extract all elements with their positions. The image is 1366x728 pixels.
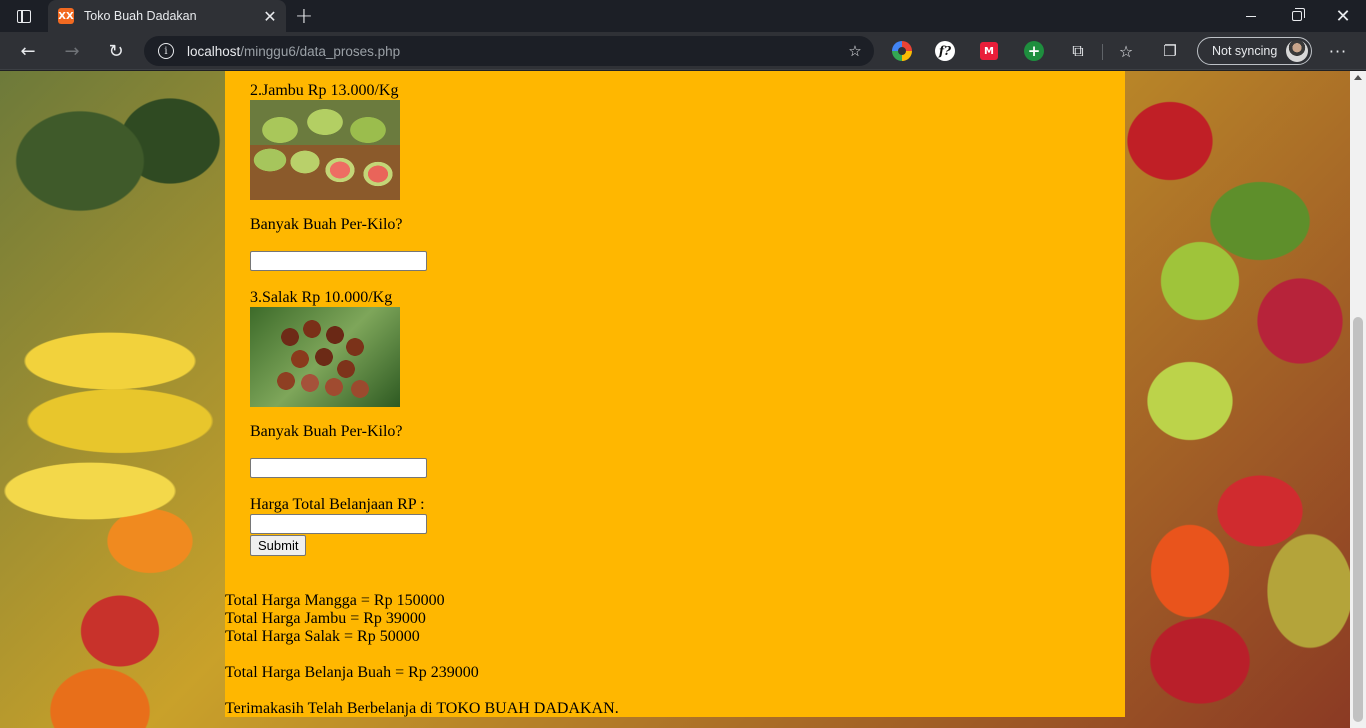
title-bar: XX Toko Buah Dadakan ✕ + ✕ [0, 0, 1366, 32]
vertical-scrollbar[interactable] [1350, 71, 1366, 728]
more-menu-icon[interactable]: ··· [1326, 41, 1350, 61]
minimize-button[interactable] [1228, 0, 1274, 32]
tab-actions-icon[interactable] [10, 6, 38, 26]
qty-question-jambu: Banyak Buah Per-Kilo? [250, 216, 403, 233]
mendeley-extension-icon[interactable]: M [980, 42, 998, 60]
qty-question-salak: Banyak Buah Per-Kilo? [250, 423, 403, 440]
url-host: localhost [187, 43, 241, 59]
tab-title: Toko Buah Dadakan [84, 9, 197, 23]
color-picker-extension-icon[interactable] [892, 41, 912, 61]
result-salak: Total Harga Salak = Rp 50000 [225, 628, 420, 645]
thank-you-message: Terimakasih Telah Berbelanja di TOKO BUA… [225, 700, 619, 717]
collections-icon[interactable]: ❐ [1160, 41, 1180, 61]
tab-close-icon[interactable]: ✕ [260, 6, 280, 26]
close-window-button[interactable]: ✕ [1320, 0, 1366, 32]
scroll-up-icon[interactable] [1354, 75, 1362, 80]
add-extension-icon[interactable]: + [1024, 41, 1044, 61]
favorites-icon[interactable]: ☆ [1116, 41, 1136, 61]
submit-button[interactable]: Submit [250, 535, 307, 556]
toolbar-divider [1102, 44, 1103, 60]
restore-button[interactable] [1274, 0, 1320, 32]
forward-icon[interactable]: → [57, 36, 87, 66]
url-path: /minggu6/data_proses.php [240, 43, 401, 59]
result-mangga: Total Harga Mangga = Rp 150000 [225, 592, 445, 609]
sync-button[interactable]: Not syncing [1197, 37, 1312, 65]
result-jambu: Total Harga Jambu = Rp 39000 [225, 610, 426, 627]
extensions-icon[interactable]: ⧉ [1068, 41, 1088, 61]
salak-image [250, 307, 400, 407]
page-viewport: 2.Jambu Rp 13.000/Kg Banyak Buah Per-Kil… [0, 71, 1350, 728]
back-icon[interactable]: ← [13, 36, 43, 66]
item-salak-label: 3.Salak Rp 10.000/Kg [250, 289, 393, 306]
tab-active[interactable]: XX Toko Buah Dadakan ✕ [48, 0, 286, 32]
result-grand-total: Total Harga Belanja Buah = Rp 239000 [225, 664, 479, 681]
item-jambu-label: 2.Jambu Rp 13.000/Kg [250, 82, 399, 99]
font-finder-extension-icon[interactable]: f? [935, 41, 955, 61]
new-tab-icon[interactable]: + [292, 4, 316, 29]
content-panel: 2.Jambu Rp 13.000/Kg Banyak Buah Per-Kil… [225, 71, 1125, 717]
qty-input-salak[interactable] [250, 458, 427, 478]
reload-icon[interactable]: ↻ [101, 36, 131, 66]
site-info-icon[interactable]: i [158, 43, 174, 59]
scroll-thumb[interactable] [1353, 317, 1363, 722]
browser-toolbar: ← → ↻ i localhost/minggu6/data_proses.ph… [0, 32, 1366, 70]
xampp-favicon-icon: XX [58, 8, 74, 24]
profile-avatar [1286, 40, 1308, 62]
jambu-image [250, 100, 400, 200]
total-input[interactable] [250, 514, 427, 534]
url-text[interactable]: localhost/minggu6/data_proses.php [187, 44, 400, 59]
total-label: Harga Total Belanjaan RP : [250, 496, 425, 513]
add-favorite-icon[interactable]: ☆ [846, 42, 864, 60]
sync-label: Not syncing [1212, 44, 1278, 58]
address-bar[interactable]: i localhost/minggu6/data_proses.php ☆ [144, 36, 874, 66]
qty-input-jambu[interactable] [250, 251, 427, 271]
